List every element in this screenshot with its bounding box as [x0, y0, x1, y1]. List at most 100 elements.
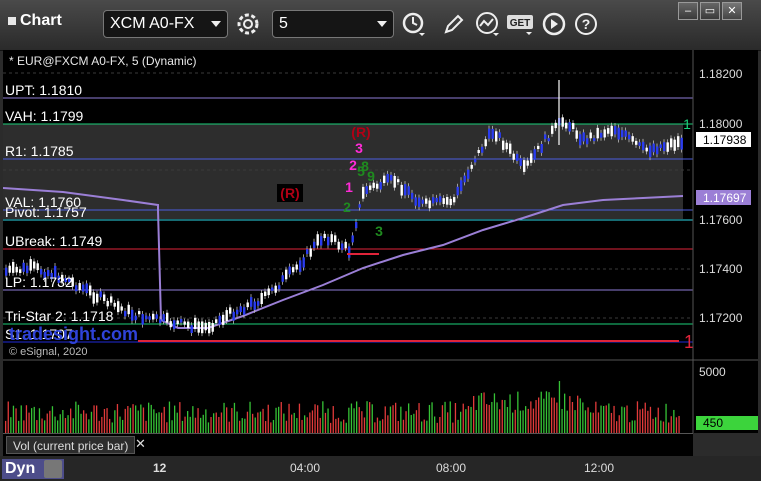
candle — [596, 127, 599, 139]
candle — [183, 321, 186, 325]
play-icon[interactable] — [540, 10, 568, 38]
candle — [390, 174, 393, 181]
volume-bar — [530, 401, 532, 433]
volume-bar — [444, 401, 446, 433]
candle — [645, 147, 648, 152]
volume-bar — [509, 394, 511, 433]
candle — [330, 234, 333, 243]
volume-bar — [262, 408, 264, 433]
volume-bar — [132, 404, 134, 433]
volume-bar — [426, 420, 428, 433]
candle — [495, 131, 498, 142]
time-axis[interactable]: 12 04:00 08:00 12:00 — [0, 456, 761, 481]
time-label: 04:00 — [290, 461, 321, 475]
get-data-button[interactable]: GET — [506, 10, 536, 38]
volume-bar — [608, 403, 610, 433]
candle — [649, 145, 652, 158]
symbol-input[interactable]: XCM A0-FX — [103, 10, 228, 38]
volume-bar — [319, 417, 321, 433]
volume-bar — [673, 409, 675, 433]
volume-bar — [413, 413, 415, 433]
volume-bar — [668, 422, 670, 433]
volume-bar — [512, 412, 514, 433]
volume-bar — [545, 391, 548, 433]
candle — [96, 293, 99, 303]
volume-bar — [605, 405, 607, 433]
volume-bar — [553, 397, 555, 433]
volume-bar — [267, 404, 269, 433]
volume-bar — [304, 415, 306, 433]
volume-bar — [636, 401, 639, 433]
help-icon[interactable]: ? — [572, 10, 600, 38]
volume-bar — [462, 403, 464, 433]
price-chart-svg[interactable]: * EUR@FXCM A0-FX, 5 (Dynamic) UPT: 1.181… — [2, 50, 758, 433]
volume-bar — [473, 395, 475, 433]
minimize-button[interactable]: – — [678, 2, 698, 20]
candle — [537, 145, 540, 150]
volume-bar — [231, 408, 233, 433]
study-wave-icon[interactable] — [474, 10, 502, 38]
volume-bar — [603, 406, 605, 433]
volume-bar — [57, 420, 59, 433]
lock-icon[interactable] — [44, 460, 62, 478]
candle — [162, 314, 165, 322]
symbol-value: XCM A0-FX — [110, 15, 195, 32]
close-icon[interactable]: ✕ — [135, 436, 146, 452]
candle — [208, 322, 211, 334]
price-chart[interactable]: * EUR@FXCM A0-FX, 5 (Dynamic) UPT: 1.181… — [2, 50, 758, 433]
candle — [225, 310, 228, 322]
count-marker-2: 2 — [349, 157, 357, 173]
chevron-down-icon[interactable] — [211, 21, 221, 27]
volume-bar — [595, 401, 597, 433]
volume-bar — [192, 406, 194, 433]
volume-bar — [649, 406, 652, 433]
volume-bar — [257, 412, 259, 433]
volume-bar — [36, 420, 38, 433]
setup-marker-2: 2 — [343, 199, 351, 215]
close-button[interactable]: ✕ — [722, 2, 742, 20]
volume-bar — [283, 413, 285, 433]
candle — [155, 314, 158, 319]
volume-bar — [306, 417, 308, 433]
volume-bar — [44, 420, 46, 433]
candle — [8, 265, 11, 273]
volume-scale-label: 5000 — [699, 365, 726, 379]
volume-bar — [561, 408, 563, 433]
clock-icon[interactable] — [400, 10, 428, 38]
restore-button[interactable]: ▭ — [700, 2, 720, 20]
volume-bar — [59, 414, 61, 433]
candle — [257, 301, 260, 306]
volume-bar — [293, 412, 295, 433]
candle — [148, 316, 151, 320]
volume-bar — [129, 407, 132, 433]
candle — [456, 186, 459, 196]
candle — [652, 143, 655, 153]
volume-study-bar: Vol (current price bar) ✕ — [3, 433, 693, 456]
volume-bar — [93, 405, 95, 433]
volume-bar — [298, 403, 301, 433]
volume-study-label[interactable]: Vol (current price bar) — [6, 436, 136, 454]
volume-bar — [543, 398, 545, 433]
candle — [187, 321, 190, 328]
interval-input[interactable]: 5 — [272, 10, 394, 38]
chevron-down-icon[interactable] — [377, 21, 387, 27]
volume-bar — [486, 404, 488, 433]
volume-bar — [634, 420, 636, 433]
volume-bar — [122, 419, 124, 433]
candle — [19, 269, 22, 273]
pencil-icon[interactable] — [440, 10, 468, 38]
candle — [166, 312, 169, 323]
volume-bar — [556, 402, 558, 433]
candle — [334, 235, 337, 242]
settings-gear-icon[interactable] — [234, 10, 262, 38]
volume-bar — [220, 412, 223, 433]
volume-bar — [483, 392, 485, 433]
volume-bar — [7, 401, 9, 433]
candle — [211, 323, 214, 332]
volume-bar — [571, 402, 574, 433]
volume-bar — [506, 407, 509, 433]
volume-bar — [228, 421, 230, 433]
candle — [425, 198, 428, 204]
volume-bar — [434, 416, 436, 433]
candle — [383, 175, 386, 184]
